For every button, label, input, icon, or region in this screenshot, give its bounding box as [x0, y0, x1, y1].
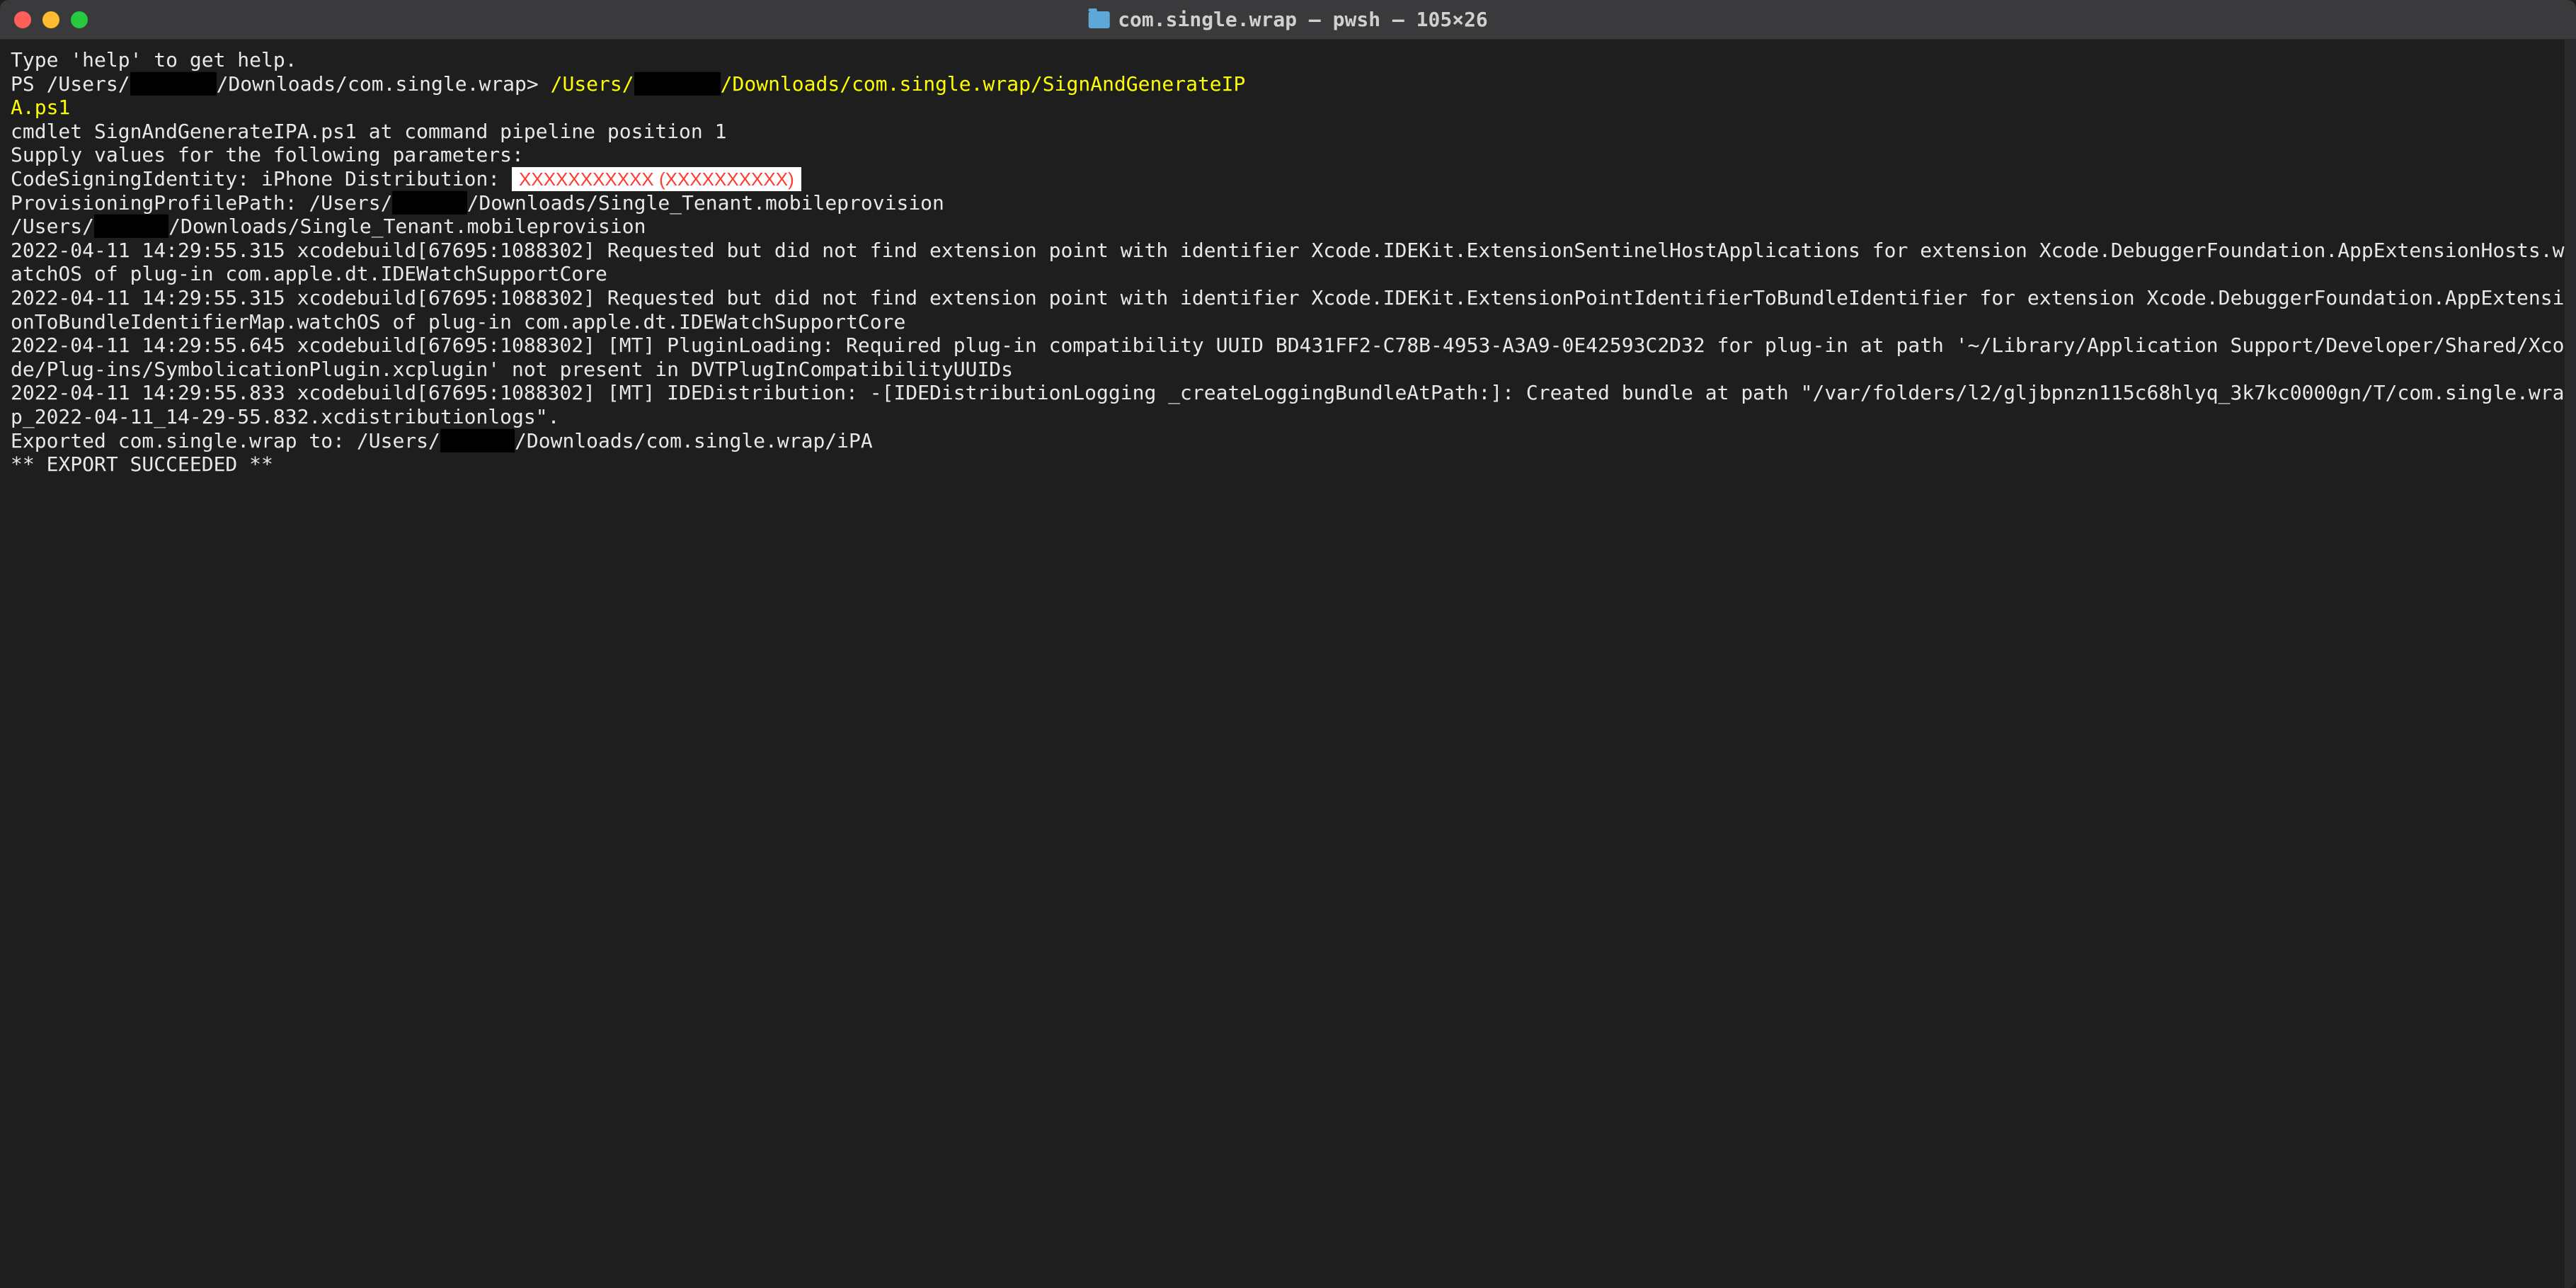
terminal-line: cmdlet SignAndGenerateIPA.ps1 at command… [11, 120, 2565, 144]
terminal-content[interactable]: Type 'help' to get help.PS /Users/██████… [0, 40, 2576, 1288]
command-text: /Users/███████/Downloads/com.single.wrap… [551, 72, 1246, 96]
xcodebuild-log-line: 2022-04-11 14:29:55.645 xcodebuild[67695… [11, 334, 2565, 381]
path-line: /Users/██████/Downloads/Single_Tenant.mo… [11, 215, 2565, 239]
window-titlebar: com.single.wrap — pwsh — 105×26 [0, 0, 2576, 40]
window-title: com.single.wrap — pwsh — 105×26 [1118, 8, 1488, 32]
traffic-lights [14, 11, 88, 28]
close-button[interactable] [14, 11, 31, 28]
folder-icon [1088, 11, 1109, 28]
command-continuation: A.ps1 [11, 96, 2565, 120]
terminal-prompt-line: PS /Users/███████/Downloads/com.single.w… [11, 72, 2565, 96]
export-succeeded-line: ** EXPORT SUCCEEDED ** [11, 452, 2565, 477]
redacted-identity: XXXXXXXXXXX (XXXXXXXXXX) [512, 167, 801, 191]
prompt-path: /Downloads/com.single.wrap> [217, 72, 551, 96]
terminal-window: com.single.wrap — pwsh — 105×26 Type 'he… [0, 0, 2576, 1288]
xcodebuild-log-line: 2022-04-11 14:29:55.315 xcodebuild[67695… [11, 286, 2565, 334]
redacted-username: ███████ [130, 72, 217, 96]
minimize-button[interactable] [42, 11, 59, 28]
redacted-username: ██████ [440, 429, 515, 452]
export-line: Exported com.single.wrap to: /Users/████… [11, 429, 2565, 453]
xcodebuild-log-line: 2022-04-11 14:29:55.315 xcodebuild[67695… [11, 239, 2565, 286]
xcodebuild-log-line: 2022-04-11 14:29:55.833 xcodebuild[67695… [11, 381, 2565, 428]
redacted-username: ███████ [634, 72, 721, 96]
code-signing-line: CodeSigningIdentity: iPhone Distribution… [11, 167, 2565, 191]
redacted-username: ██████ [94, 215, 168, 238]
prompt-prefix: PS /Users/ [11, 72, 130, 96]
redacted-username: ██████ [392, 191, 466, 215]
terminal-line: Supply values for the following paramete… [11, 143, 2565, 167]
window-title-container: com.single.wrap — pwsh — 105×26 [1088, 8, 1488, 32]
maximize-button[interactable] [71, 11, 88, 28]
provisioning-line: ProvisioningProfilePath: /Users/██████/D… [11, 191, 2565, 215]
scrollbar[interactable] [2565, 40, 2576, 1288]
terminal-line: Type 'help' to get help. [11, 48, 2565, 72]
